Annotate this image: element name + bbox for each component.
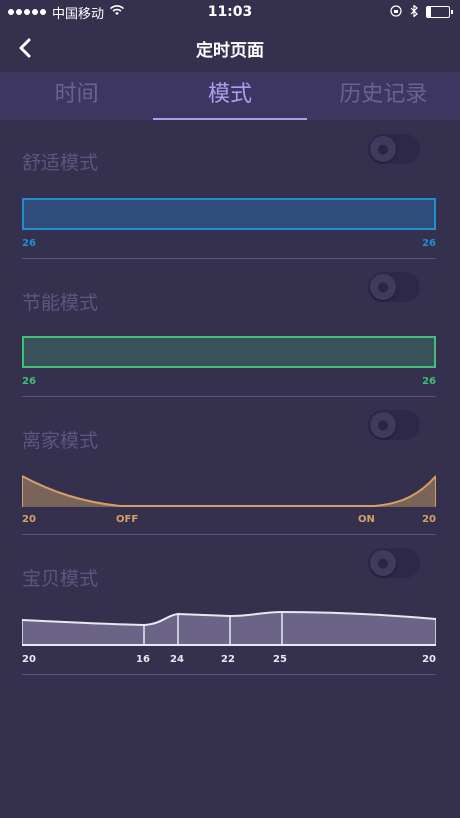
away-mode-title: 离家模式 [22,430,99,452]
baby-temp-label: 25 [273,654,287,665]
orientation-lock-icon [390,4,402,20]
energy-end-temp: 26 [422,376,436,387]
away-mode-toggle[interactable]: ● [368,410,420,440]
battery-icon [426,6,453,18]
away-start-temp: 20 [22,514,36,525]
baby-mode-section: 宝贝模式 ● 20 16 24 22 25 20 [0,546,460,676]
comfort-mode-section: 舒适模式 ● 26 26 [0,130,460,260]
energy-mode-title: 节能模式 [22,292,99,314]
away-on-label: ON [358,514,375,525]
tab-bar: 时间 模式 历史记录 [0,72,460,120]
energy-mode-toggle[interactable]: ● [368,272,420,302]
status-bar: 中国移动 11:03 [0,0,460,24]
baby-temp-label: 20 [22,654,36,665]
comfort-mode-title: 舒适模式 [22,152,99,174]
walking-person-icon: ● [370,412,396,438]
away-mode-section: 离家模式 ● 20 OFF ON 20 [0,408,460,536]
section-divider [22,396,436,397]
energy-mode-section: 节能模式 ● 26 26 [0,270,460,400]
baby-icon: ● [370,550,396,576]
baby-temp-label: 20 [422,654,436,665]
baby-temp-label: 16 [136,654,150,665]
back-arrow-icon[interactable] [14,34,38,62]
person-icon: ● [370,274,396,300]
section-divider [22,534,436,535]
baby-mode-curve[interactable] [22,610,436,646]
section-divider [22,674,436,675]
bluetooth-icon [410,3,418,20]
energy-start-temp: 26 [22,376,36,387]
away-off-label: OFF [116,514,139,525]
baby-temp-label: 22 [221,654,235,665]
baby-mode-toggle[interactable]: ● [368,548,420,578]
baby-mode-title: 宝贝模式 [22,568,99,590]
page-title: 定时页面 [196,40,264,61]
comfort-end-temp: 26 [422,238,436,249]
energy-mode-bar[interactable] [22,336,436,368]
comfort-mode-toggle[interactable]: ● [368,134,420,164]
tab-time[interactable]: 时间 [0,72,153,120]
baby-temp-label: 24 [170,654,184,665]
away-mode-curve[interactable] [22,474,436,508]
tab-history[interactable]: 历史记录 [307,72,460,120]
navigation-bar: 定时页面 [0,24,460,72]
comfort-start-temp: 26 [22,238,36,249]
away-end-temp: 20 [422,514,436,525]
comfort-mode-bar[interactable] [22,198,436,230]
person-icon: ● [370,136,396,162]
section-divider [22,258,436,259]
tab-mode[interactable]: 模式 [153,72,307,120]
